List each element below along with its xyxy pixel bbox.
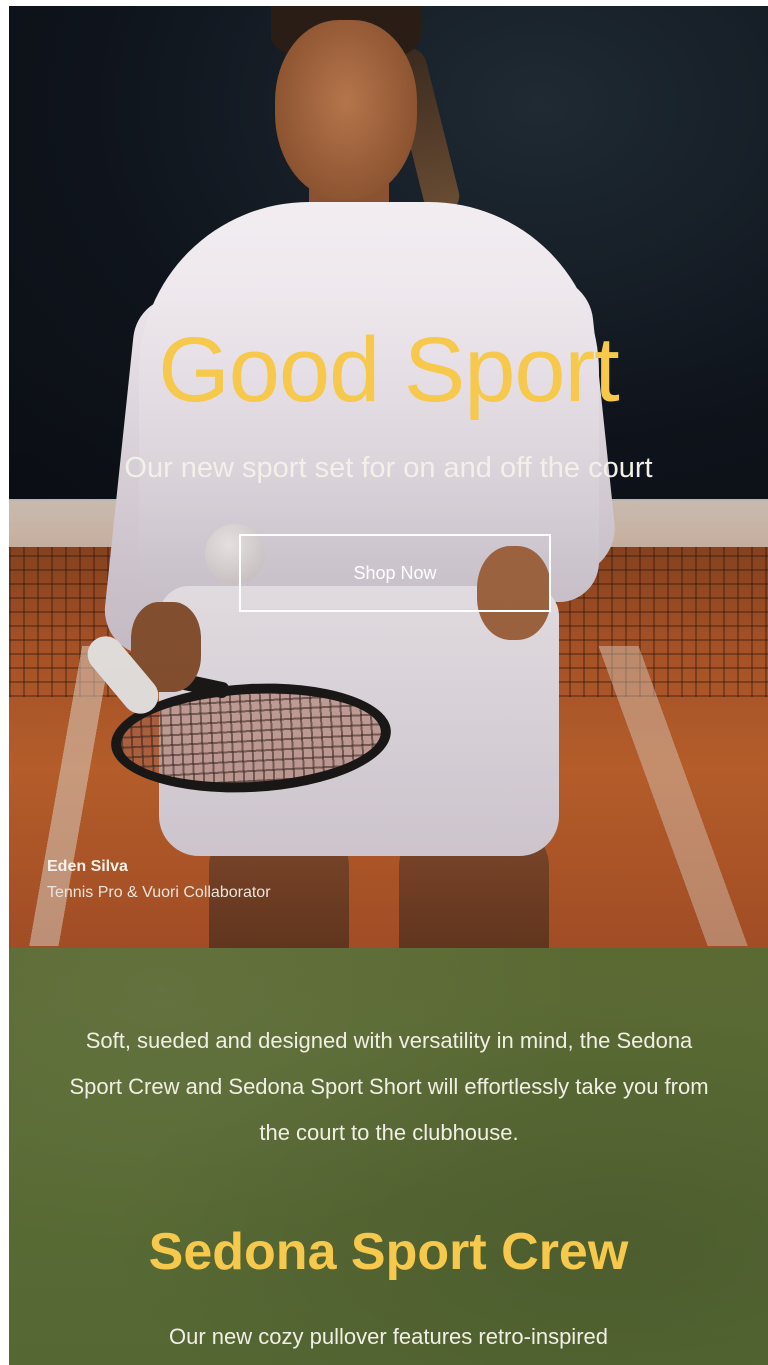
model-credit-role: Tennis Pro & Vuori Collaborator bbox=[47, 884, 271, 901]
product-description: Our new cozy pullover features retro-ins… bbox=[169, 1324, 608, 1349]
hero-banner[interactable]: Good Sport Our new sport set for on and … bbox=[9, 6, 768, 948]
shop-now-button[interactable]: Shop Now bbox=[239, 534, 551, 612]
email-frame: Good Sport Our new sport set for on and … bbox=[9, 6, 768, 1365]
intro-paragraph: Soft, sueded and designed with versatili… bbox=[69, 1028, 709, 1145]
product-intro-section: Soft, sueded and designed with versatili… bbox=[9, 948, 768, 1365]
model-credit-name: Eden Silva bbox=[47, 858, 128, 875]
hero-title: Good Sport bbox=[158, 319, 620, 421]
hero-subtitle: Our new sport set for on and off the cou… bbox=[124, 452, 653, 484]
product-title[interactable]: Sedona Sport Crew bbox=[9, 1226, 768, 1278]
